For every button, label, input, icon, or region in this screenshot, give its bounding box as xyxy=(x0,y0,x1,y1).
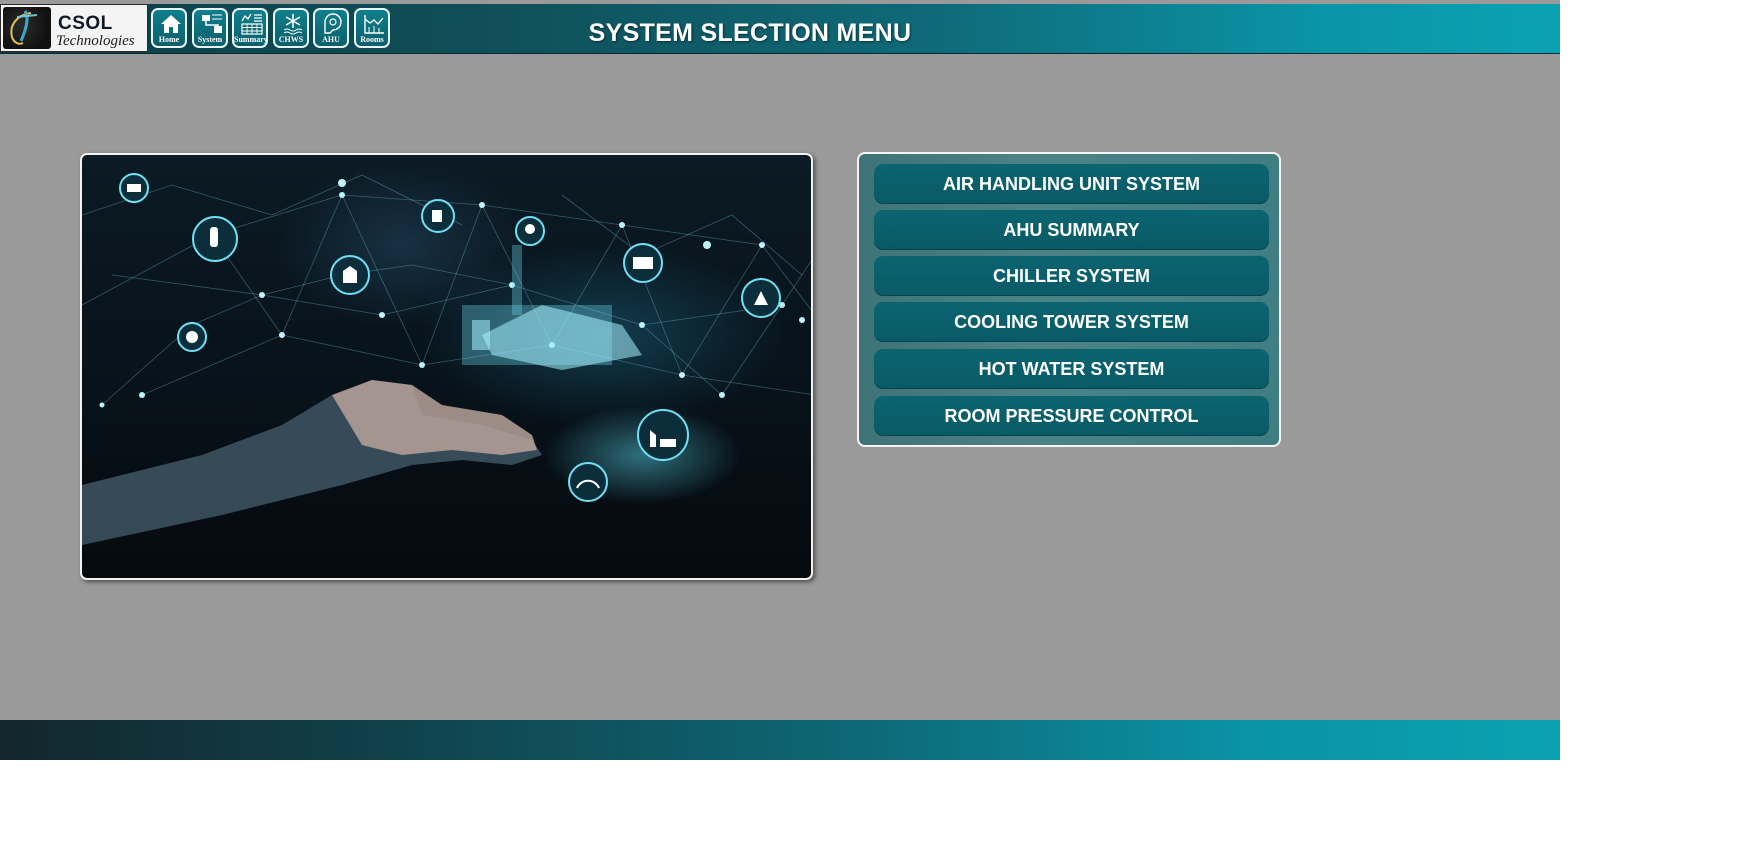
smart-factory-hero-image xyxy=(80,153,813,580)
nav-ahu-button[interactable]: AHU xyxy=(313,8,349,48)
room-pressure-control-button[interactable]: ROOM PRESSURE CONTROL xyxy=(874,396,1269,436)
snowflake-icon xyxy=(283,14,303,35)
home-icon xyxy=(161,15,181,33)
nav-chws-button[interactable]: CHWS xyxy=(273,8,309,48)
scada-frame: SYSTEM SLECTION MENU CSOL Technologies H… xyxy=(0,0,1560,760)
csol-logo-mark-icon xyxy=(3,7,51,49)
system-menu-panel: AIR HANDLING UNIT SYSTEM AHU SUMMARY CHI… xyxy=(857,152,1281,447)
cooling-tower-system-button[interactable]: COOLING TOWER SYSTEM xyxy=(874,302,1269,342)
page-title: SYSTEM SLECTION MENU xyxy=(588,19,912,47)
logo-name: CSOL xyxy=(58,13,113,34)
chiller-system-button[interactable]: CHILLER SYSTEM xyxy=(874,256,1269,296)
ahu-summary-button[interactable]: AHU SUMMARY xyxy=(874,210,1269,250)
system-diagram-icon xyxy=(202,14,222,33)
nav-rooms-button[interactable]: Rooms xyxy=(354,8,390,48)
summary-table-icon xyxy=(241,13,263,35)
nav-summary-button[interactable]: Summary xyxy=(232,8,268,48)
nav-summary-label: Summary xyxy=(234,35,268,44)
nav-system-button[interactable]: System xyxy=(192,8,228,48)
nav-rooms-label: Rooms xyxy=(360,35,384,44)
logo-tagline: Technologies xyxy=(56,33,135,49)
company-logo: CSOL Technologies xyxy=(0,4,148,52)
smart-factory-illustration xyxy=(82,173,811,545)
fan-icon xyxy=(324,13,342,34)
bottom-footer-bar xyxy=(0,720,1560,760)
air-handling-unit-system-button[interactable]: AIR HANDLING UNIT SYSTEM xyxy=(874,164,1269,204)
hot-water-system-button[interactable]: HOT WATER SYSTEM xyxy=(874,349,1269,389)
nav-home-label: Home xyxy=(158,35,180,44)
nav-chws-label: CHWS xyxy=(278,35,304,44)
nav-home-button[interactable]: Home xyxy=(151,8,187,48)
nav-ahu-label: AHU xyxy=(322,35,340,44)
rooms-icon xyxy=(364,15,384,34)
nav-system-label: System xyxy=(197,35,223,44)
